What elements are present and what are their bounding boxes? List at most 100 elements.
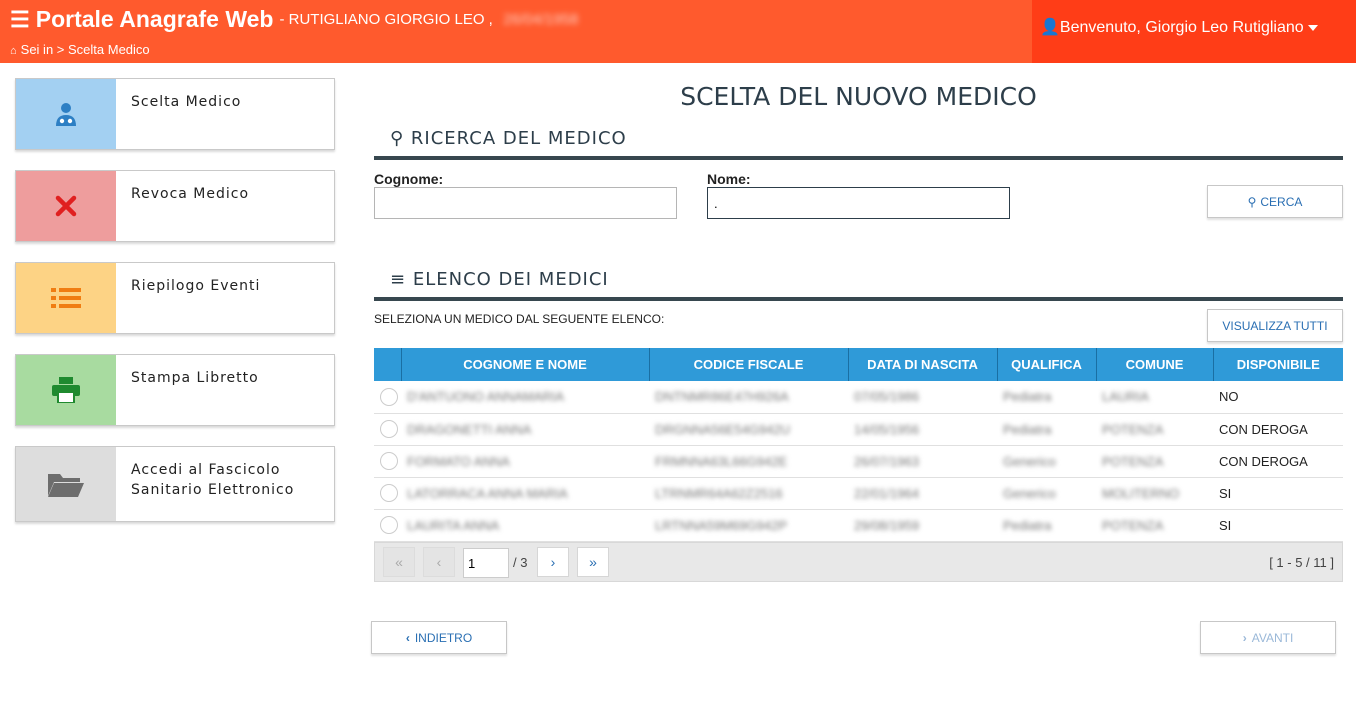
user-icon: 👤 (1040, 19, 1060, 36)
sidebar-item-scelta-medico[interactable]: Scelta Medico (15, 78, 335, 150)
list-section-label: ELENCO DEI MEDICI (412, 269, 609, 290)
row-select-radio[interactable] (374, 381, 401, 414)
doctor-availability: SI (1213, 477, 1343, 510)
show-all-button[interactable]: VISUALIZZA TUTTI (1207, 309, 1343, 342)
hamburger-icon[interactable]: ☰ (10, 7, 30, 33)
chevron-left-icon: ‹ (405, 630, 410, 645)
col-cf[interactable]: CODICE FISCALE (649, 348, 849, 381)
search-icon: ⚲ (1247, 194, 1257, 209)
sidebar-item-fascicolo[interactable]: Accedi al Fascicolo Sanitario Elettronic… (15, 446, 335, 522)
sidebar-item-stampa-libretto[interactable]: Stampa Libretto (15, 354, 335, 426)
back-button[interactable]: ‹ INDIETRO (371, 621, 507, 654)
sidebar-item-revoca-medico[interactable]: Revoca Medico (15, 170, 335, 242)
doctor-birth: 29/08/1959 (848, 509, 997, 542)
sidebar-item-label: Stampa Libretto (131, 370, 259, 386)
doctor-qual: Pediatra (997, 413, 1096, 446)
page-total: / 3 (513, 555, 528, 570)
search-section-title: ⚲ RICERCA DEL MEDICO (390, 128, 627, 149)
sidebar-item-label: Riepilogo Eventi (131, 278, 261, 294)
doctor-cf: LTRNMR64A62Z2516 (649, 477, 848, 510)
section-divider (374, 297, 1343, 301)
folder-open-icon (16, 447, 116, 521)
user-menu[interactable]: 👤Benvenuto, Giorgio Leo Rutigliano (1032, 0, 1356, 63)
doctor-availability: SI (1213, 509, 1343, 542)
doctor-name: DRAGONETTI ANNA (401, 413, 649, 446)
printer-icon (16, 355, 116, 425)
section-divider (374, 156, 1343, 160)
table-row[interactable]: LAURITA ANNA LRTNNA59M69G942P 29/08/1959… (374, 509, 1343, 542)
top-header: ☰ Portale Anagrafe Web - RUTIGLIANO GIORGI… (0, 0, 1356, 63)
doctor-birth: 14/05/1956 (848, 413, 997, 446)
close-icon (16, 171, 116, 241)
header-left: ☰ Portale Anagrafe Web - RUTIGLIANO GIORGI… (10, 6, 578, 33)
doctor-qual: Pediatra (997, 509, 1096, 542)
search-button-label: CERCA (1260, 194, 1303, 209)
doctor-town: LAURIA (1096, 381, 1213, 414)
doctors-table: COGNOME E NOME CODICE FISCALE DATA DI NA… (374, 348, 1343, 542)
table-row[interactable]: LATORRACA ANNA MARIA LTRNMR64A62Z2516 22… (374, 477, 1343, 510)
doctor-town: POTENZA (1096, 413, 1213, 446)
col-birth[interactable]: DATA DI NASCITA (848, 348, 998, 381)
doctor-cf: DNTNMR86E47H926A (649, 381, 848, 414)
breadcrumb-text: Sei in > Scelta Medico (20, 42, 150, 57)
table-row[interactable]: FORMATO ANNA FRMNNA63L66G942E 26/07/1963… (374, 445, 1343, 478)
search-section-label: RICERCA DEL MEDICO (410, 128, 627, 149)
doctor-town: POTENZA (1096, 445, 1213, 478)
sidebar-item-riepilogo-eventi[interactable]: Riepilogo Eventi (15, 262, 335, 334)
col-avail[interactable]: DISPONIBILE (1213, 348, 1343, 381)
doctor-town: POTENZA (1096, 509, 1213, 542)
last-page-button[interactable]: » (577, 547, 609, 577)
doctor-name: LATORRACA ANNA MARIA (401, 477, 649, 510)
chevron-right-icon: › (1242, 630, 1247, 645)
page-title: SCELTA DEL NUOVO MEDICO (680, 82, 1037, 111)
doctor-qual: Pediatra (997, 381, 1096, 414)
row-select-radio[interactable] (374, 509, 401, 542)
list-icon: ≡ (390, 269, 407, 290)
row-select-radio[interactable] (374, 477, 401, 510)
col-town[interactable]: COMUNE (1096, 348, 1214, 381)
surname-label: Cognome: (374, 171, 444, 187)
table-row[interactable]: DRAGONETTI ANNA DRGNNA56E54G942U 14/05/1… (374, 413, 1343, 446)
app-title: Portale Anagrafe Web (35, 6, 274, 32)
search-button[interactable]: ⚲ CERCA (1207, 185, 1343, 218)
surname-input[interactable] (374, 187, 677, 219)
sidebar-item-label: Scelta Medico (131, 94, 242, 110)
col-qual[interactable]: QUALIFICA (997, 348, 1097, 381)
sidebar-item-label: Revoca Medico (131, 186, 250, 202)
list-section-title: ≡ ELENCO DEI MEDICI (390, 269, 609, 290)
search-icon: ⚲ (390, 128, 405, 149)
patient-name: - RUTIGLIANO GIORGIO LEO , (279, 11, 493, 28)
doctor-name: LAURITA ANNA (401, 509, 649, 542)
name-input[interactable] (707, 187, 1010, 219)
doctor-name: FORMATO ANNA (401, 445, 649, 478)
row-select-radio[interactable] (374, 413, 401, 446)
doctor-name: D'ANTUONO ANNAMARIA (401, 381, 649, 414)
breadcrumb: ⌂ Sei in > Scelta Medico (10, 42, 150, 57)
next-button[interactable]: › AVANTI (1200, 621, 1336, 654)
doctor-availability: CON DEROGA (1213, 445, 1343, 478)
doctor-birth: 07/05/1986 (848, 381, 997, 414)
list-icon (16, 263, 116, 333)
first-page-button[interactable]: « (383, 547, 415, 577)
patient-birthdate: 26/04/1958 (503, 11, 579, 28)
pagination-bar: « ‹ / 3 › » [ 1 - 5 / 11 ] (374, 542, 1343, 582)
doctor-birth: 22/01/1964 (848, 477, 997, 510)
list-instruction: SELEZIONA UN MEDICO DAL SEGUENTE ELENCO: (374, 312, 665, 326)
sidebar-item-label: Accedi al Fascicolo Sanitario Elettronic… (131, 462, 295, 498)
doctor-availability: CON DEROGA (1213, 413, 1343, 446)
doctor-availability: NO (1213, 381, 1343, 414)
table-row[interactable]: D'ANTUONO ANNAMARIA DNTNMR86E47H926A 07/… (374, 381, 1343, 414)
page-range: [ 1 - 5 / 11 ] (1269, 555, 1334, 570)
chevron-down-icon (1307, 24, 1318, 31)
page-number-input[interactable] (463, 548, 509, 578)
col-name[interactable]: COGNOME E NOME (401, 348, 650, 381)
row-select-radio[interactable] (374, 445, 401, 478)
welcome-text: Benvenuto, Giorgio Leo Rutigliano (1059, 19, 1304, 36)
home-icon[interactable]: ⌂ (10, 45, 17, 57)
col-select (374, 348, 402, 381)
doctor-qual: Generico (997, 477, 1096, 510)
doctor-icon (16, 79, 116, 149)
next-page-button[interactable]: › (537, 547, 569, 577)
next-button-label: AVANTI (1251, 630, 1294, 645)
prev-page-button[interactable]: ‹ (423, 547, 455, 577)
